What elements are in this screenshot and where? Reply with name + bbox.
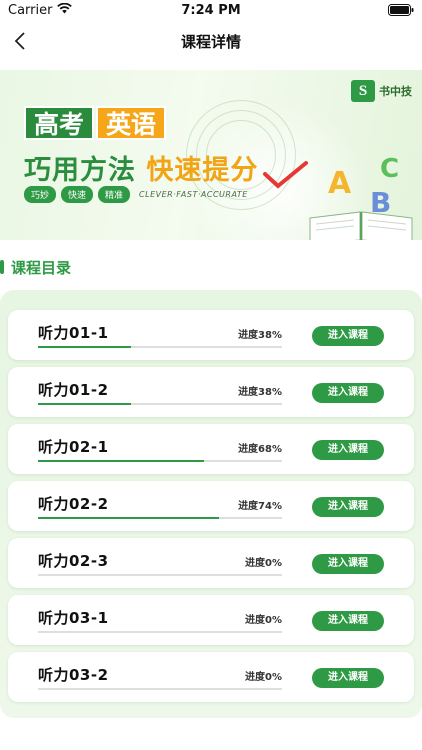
- progress-track: [38, 346, 282, 348]
- enter-course-button[interactable]: 进入课程: [312, 383, 384, 403]
- progress-fill: [38, 346, 131, 348]
- enter-course-button[interactable]: 进入课程: [312, 554, 384, 574]
- battery-icon: [388, 4, 414, 20]
- course-progress-label: 进度74%: [238, 501, 282, 512]
- course-progress-label: 进度38%: [238, 387, 282, 398]
- course-row[interactable]: 听力03-1 进度0% 进入课程: [8, 595, 414, 645]
- progress-fill: [38, 517, 219, 519]
- course-row[interactable]: 听力02-3 进度0% 进入课程: [8, 538, 414, 588]
- progress-track: [38, 460, 282, 462]
- course-row[interactable]: 听力02-1 进度68% 进入课程: [8, 424, 414, 474]
- course-name: 听力02-1: [38, 438, 109, 456]
- course-list: 听力01-1 进度38% 进入课程 听力01-2 进度38% 进入课程 听力02…: [0, 290, 422, 718]
- course-banner: S 书中技 高考 英语 巧用方法 快速提分 巧妙 快速 精准 CLEVER·FA…: [0, 70, 422, 240]
- course-progress-label: 进度0%: [245, 558, 282, 569]
- enter-course-button[interactable]: 进入课程: [312, 497, 384, 517]
- banner-tag: 巧妙: [24, 186, 57, 203]
- open-book-icon: [309, 211, 413, 240]
- progress-track: [38, 574, 282, 576]
- banner-tagline-en: CLEVER·FAST·ACCURATE: [139, 190, 248, 199]
- enter-course-button[interactable]: 进入课程: [312, 440, 384, 460]
- letter-c: C: [380, 154, 400, 184]
- course-name: 听力02-2: [38, 495, 109, 513]
- progress-fill: [38, 403, 131, 405]
- course-progress-label: 进度0%: [245, 615, 282, 626]
- progress-track: [38, 688, 282, 690]
- checkmark-icon: [263, 161, 308, 189]
- brand-logo: S 书中技: [351, 80, 412, 102]
- progress-track: [38, 631, 282, 633]
- course-name: 听力01-1: [38, 324, 109, 342]
- nav-bar: 课程详情: [0, 22, 422, 60]
- banner-tag: 快速: [61, 186, 94, 203]
- course-row[interactable]: 听力01-1 进度38% 进入课程: [8, 310, 414, 360]
- course-row[interactable]: 听力01-2 进度38% 进入课程: [8, 367, 414, 417]
- banner-title-a: 高考: [24, 106, 95, 140]
- banner-slogan-a: 巧用方法: [24, 155, 136, 186]
- enter-course-button[interactable]: 进入课程: [312, 668, 384, 688]
- section-header: 课程目录: [0, 256, 71, 278]
- course-name: 听力02-3: [38, 552, 109, 570]
- status-bar: Carrier 7:24 PM: [0, 0, 422, 22]
- banner-title: 高考 英语: [24, 106, 167, 140]
- brand-name: 书中技: [379, 85, 412, 98]
- enter-course-button[interactable]: 进入课程: [312, 326, 384, 346]
- banner-tags: 巧妙 快速 精准 CLEVER·FAST·ACCURATE: [24, 186, 248, 203]
- course-name: 听力03-1: [38, 609, 109, 627]
- course-progress-label: 进度68%: [238, 444, 282, 455]
- section-accent-bar: [0, 260, 4, 274]
- banner-slogan: 巧用方法 快速提分: [24, 148, 258, 187]
- brand-mark-icon: S: [351, 80, 375, 102]
- progress-fill: [38, 460, 204, 462]
- section-title: 课程目录: [11, 258, 72, 277]
- banner-tag: 精准: [98, 186, 131, 203]
- status-time: 7:24 PM: [181, 3, 241, 18]
- banner-title-b: 英语: [96, 106, 167, 140]
- progress-track: [38, 517, 282, 519]
- course-row[interactable]: 听力02-2 进度74% 进入课程: [8, 481, 414, 531]
- course-name: 听力03-2: [38, 666, 109, 684]
- letter-a: A: [328, 166, 352, 201]
- course-name: 听力01-2: [38, 381, 109, 399]
- course-row[interactable]: 听力03-2 进度0% 进入课程: [8, 652, 414, 702]
- course-progress-label: 进度38%: [238, 330, 282, 341]
- progress-track: [38, 403, 282, 405]
- enter-course-button[interactable]: 进入课程: [312, 611, 384, 631]
- page-title: 课程详情: [180, 33, 241, 51]
- course-progress-label: 进度0%: [245, 672, 282, 683]
- letter-b: B: [370, 186, 392, 219]
- banner-slogan-b: 快速提分: [146, 155, 259, 186]
